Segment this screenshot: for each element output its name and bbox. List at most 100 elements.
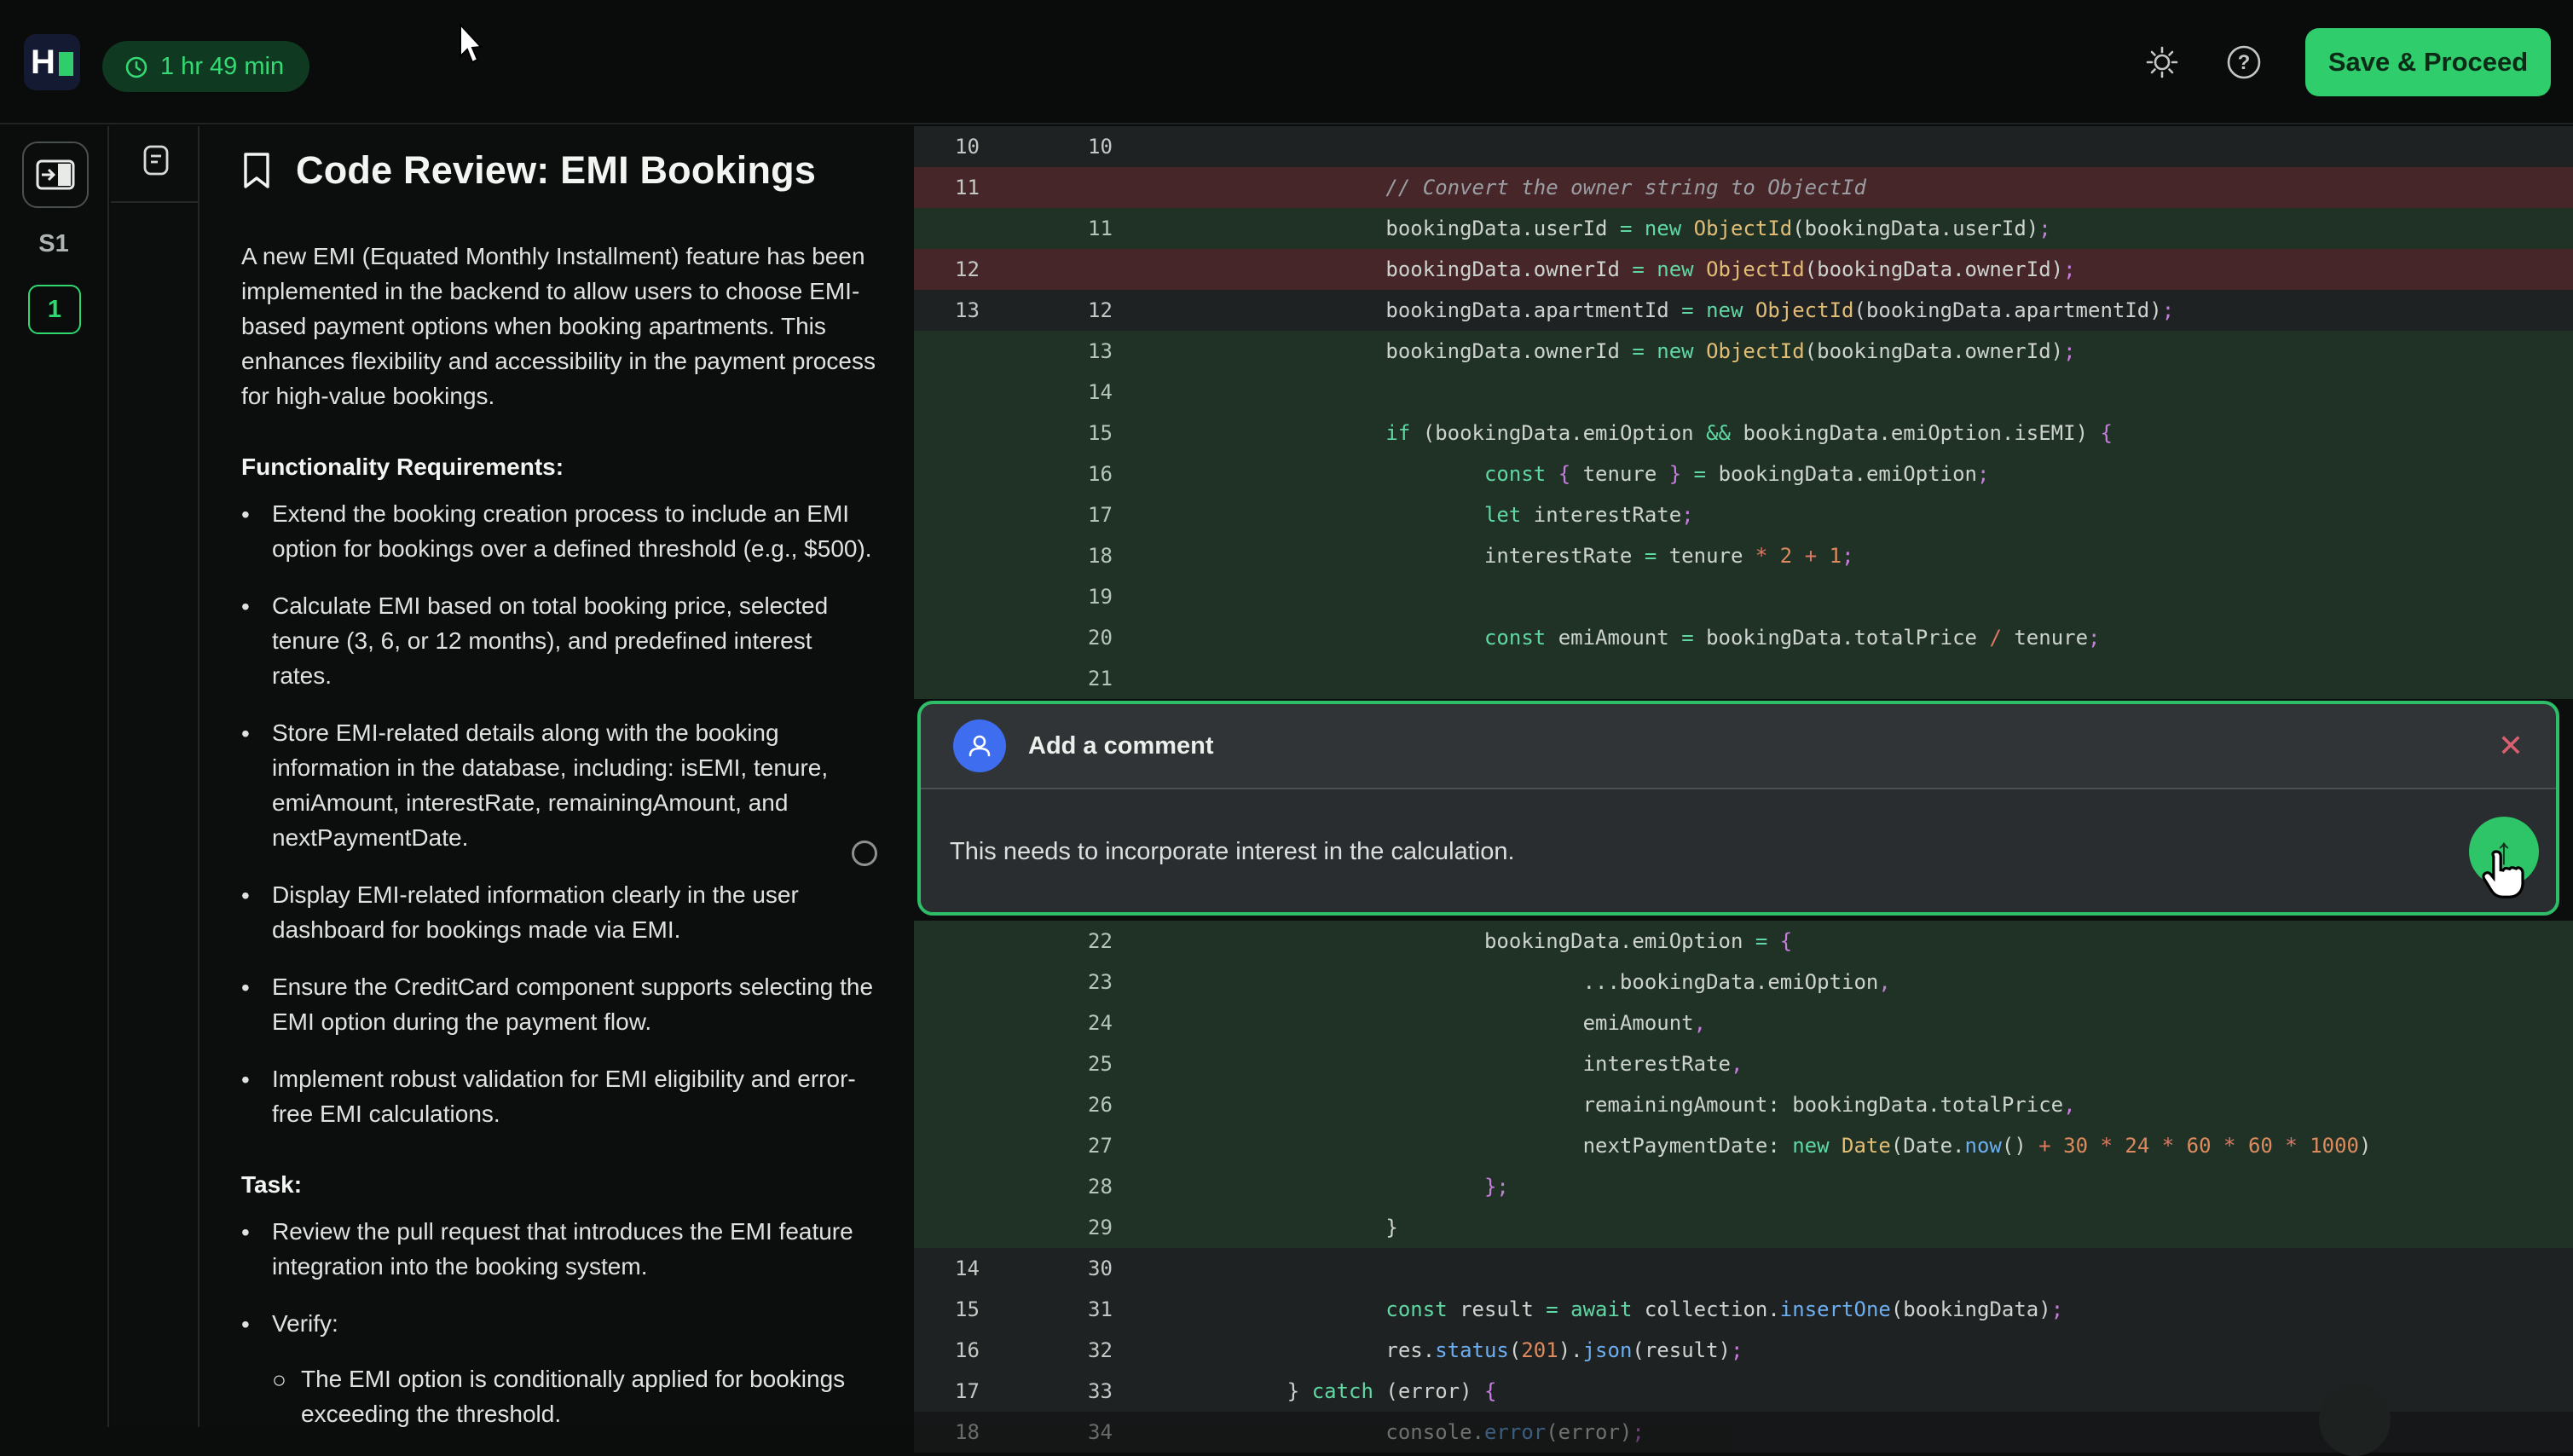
bookmark-icon: [241, 151, 272, 190]
old-line-number[interactable]: 10: [914, 135, 1088, 159]
new-line-number[interactable]: 19: [1088, 585, 1238, 609]
floating-button-partial: [2319, 1384, 2391, 1456]
new-line-number[interactable]: 10: [1088, 135, 1238, 159]
task-description-icon[interactable]: [143, 145, 169, 180]
old-line-number[interactable]: 12: [914, 257, 1088, 281]
new-line-number[interactable]: 15: [1088, 421, 1238, 445]
code-line-text: }: [1238, 1216, 1398, 1239]
code-row: 21: [914, 658, 2573, 699]
comment-dialog-body: This needs to incorporate interest in th…: [921, 789, 2556, 914]
code-row: 14: [914, 372, 2573, 413]
rail-divider: [111, 201, 199, 203]
new-line-number[interactable]: 17: [1088, 503, 1238, 527]
code-rows-top: 101011 // Convert the owner string to Ob…: [914, 126, 2573, 699]
new-line-number[interactable]: 27: [1088, 1134, 1238, 1158]
code-row: 26 remainingAmount: bookingData.totalPri…: [914, 1084, 2573, 1125]
list-item: •Display EMI-related information clearly…: [241, 877, 875, 947]
code-row: 13 bookingData.ownerId = new ObjectId(bo…: [914, 331, 2573, 372]
code-row: 27 nextPaymentDate: new Date(Date.now() …: [914, 1125, 2573, 1166]
task-intro: A new EMI (Equated Monthly Installment) …: [241, 239, 889, 413]
code-row: 23 ...bookingData.emiOption,: [914, 962, 2573, 1002]
theme-brightness-icon[interactable]: [2142, 42, 2183, 83]
code-line-text: res.status(201).json(result);: [1238, 1338, 1743, 1362]
new-line-number[interactable]: 13: [1088, 339, 1238, 363]
code-row: 15 if (bookingData.emiOption && bookingD…: [914, 413, 2573, 454]
close-icon[interactable]: ✕: [2498, 731, 2524, 761]
comment-dialog-header: Add a comment ✕: [921, 704, 2556, 789]
collapse-panel-button[interactable]: [22, 142, 89, 208]
func-requirements-list: •Extend the booking creation process to …: [241, 496, 875, 1131]
code-line-text: } catch (error) {: [1238, 1379, 1496, 1403]
logo-letter: H: [31, 43, 55, 82]
comment-anchor-radio[interactable]: [852, 841, 877, 866]
code-row: 16 const { tenure } = bookingData.emiOpt…: [914, 454, 2573, 494]
add-comment-dialog: Add a comment ✕ This needs to incorporat…: [917, 701, 2559, 916]
new-line-number[interactable]: 25: [1088, 1052, 1238, 1076]
timer-text: 1 hr 49 min: [160, 53, 284, 81]
code-line-text: const result = await collection.insertOn…: [1238, 1297, 2063, 1321]
code-row: 18 interestRate = tenure * 2 + 1;: [914, 535, 2573, 576]
clock-icon: [123, 53, 150, 80]
new-line-number[interactable]: 12: [1088, 298, 1238, 322]
code-row: 1430: [914, 1248, 2573, 1289]
left-rail: S1 1: [0, 126, 109, 1427]
code-line-text: const emiAmount = bookingData.totalPrice…: [1238, 626, 2101, 650]
code-line-text: console.error(error);: [1238, 1420, 1645, 1444]
new-line-number[interactable]: 14: [1088, 380, 1238, 404]
old-line-number[interactable]: 17: [914, 1379, 1088, 1403]
code-line-text: nextPaymentDate: new Date(Date.now() + 3…: [1238, 1134, 2371, 1158]
code-line-text: // Convert the owner string to ObjectId: [1238, 176, 1866, 199]
new-line-number[interactable]: 24: [1088, 1011, 1238, 1035]
code-row: 12 bookingData.ownerId = new ObjectId(bo…: [914, 249, 2573, 290]
timer-badge: 1 hr 49 min: [102, 41, 309, 92]
help-icon[interactable]: ?: [2223, 42, 2264, 83]
code-row: 1312 bookingData.apartmentId = new Objec…: [914, 290, 2573, 331]
code-row: 25 interestRate,: [914, 1043, 2573, 1084]
new-line-number[interactable]: 26: [1088, 1093, 1238, 1117]
code-row: 11 // Convert the owner string to Object…: [914, 167, 2573, 208]
new-line-number[interactable]: 11: [1088, 217, 1238, 240]
new-line-number[interactable]: 16: [1088, 462, 1238, 486]
code-row: 24 emiAmount,: [914, 1002, 2573, 1043]
new-line-number[interactable]: 20: [1088, 626, 1238, 650]
logo-green-block-icon: [59, 52, 73, 76]
new-line-number[interactable]: 23: [1088, 970, 1238, 994]
new-line-number[interactable]: 33: [1088, 1379, 1238, 1403]
submit-comment-button[interactable]: ↑: [2469, 817, 2539, 887]
new-line-number[interactable]: 21: [1088, 667, 1238, 690]
question-1-button[interactable]: 1: [28, 285, 81, 334]
save-proceed-button[interactable]: Save & Proceed: [2305, 28, 2551, 96]
new-line-number[interactable]: 30: [1088, 1257, 1238, 1280]
new-line-number[interactable]: 31: [1088, 1297, 1238, 1321]
list-item: •Extend the booking creation process to …: [241, 496, 875, 566]
code-line-text: interestRate,: [1238, 1052, 1743, 1076]
code-row: 1531 const result = await collection.ins…: [914, 1289, 2573, 1330]
app-logo: H: [24, 34, 80, 90]
new-line-number[interactable]: 18: [1088, 544, 1238, 568]
new-line-number[interactable]: 32: [1088, 1338, 1238, 1362]
list-item: •Store EMI-related details along with th…: [241, 715, 875, 855]
code-line-text: let interestRate;: [1238, 503, 1694, 527]
code-line-text: ...bookingData.emiOption,: [1238, 970, 1891, 994]
old-line-number[interactable]: 16: [914, 1338, 1088, 1362]
code-row: 22 bookingData.emiOption = {: [914, 921, 2573, 962]
new-line-number[interactable]: 34: [1088, 1420, 1238, 1444]
old-line-number[interactable]: 11: [914, 176, 1088, 199]
code-line-text: remainingAmount: bookingData.totalPrice,: [1238, 1093, 2076, 1117]
old-line-number[interactable]: 18: [914, 1420, 1088, 1444]
code-row: 1632 res.status(201).json(result);: [914, 1330, 2573, 1371]
page-title: Code Review: EMI Bookings: [296, 148, 816, 193]
task-list: •Review the pull request that introduces…: [241, 1214, 875, 1427]
code-line-text: bookingData.userId = new ObjectId(bookin…: [1238, 217, 2051, 240]
code-row: 28 };: [914, 1166, 2573, 1207]
old-line-number[interactable]: 13: [914, 298, 1088, 322]
code-row: 19: [914, 576, 2573, 617]
new-line-number[interactable]: 29: [1088, 1216, 1238, 1239]
code-line-text: bookingData.ownerId = new ObjectId(booki…: [1238, 339, 2076, 363]
comment-input[interactable]: This needs to incorporate interest in th…: [921, 838, 2370, 866]
old-line-number[interactable]: 15: [914, 1297, 1088, 1321]
new-line-number[interactable]: 22: [1088, 929, 1238, 953]
code-line-text: bookingData.ownerId = new ObjectId(booki…: [1238, 257, 2076, 281]
old-line-number[interactable]: 14: [914, 1257, 1088, 1280]
new-line-number[interactable]: 28: [1088, 1175, 1238, 1199]
